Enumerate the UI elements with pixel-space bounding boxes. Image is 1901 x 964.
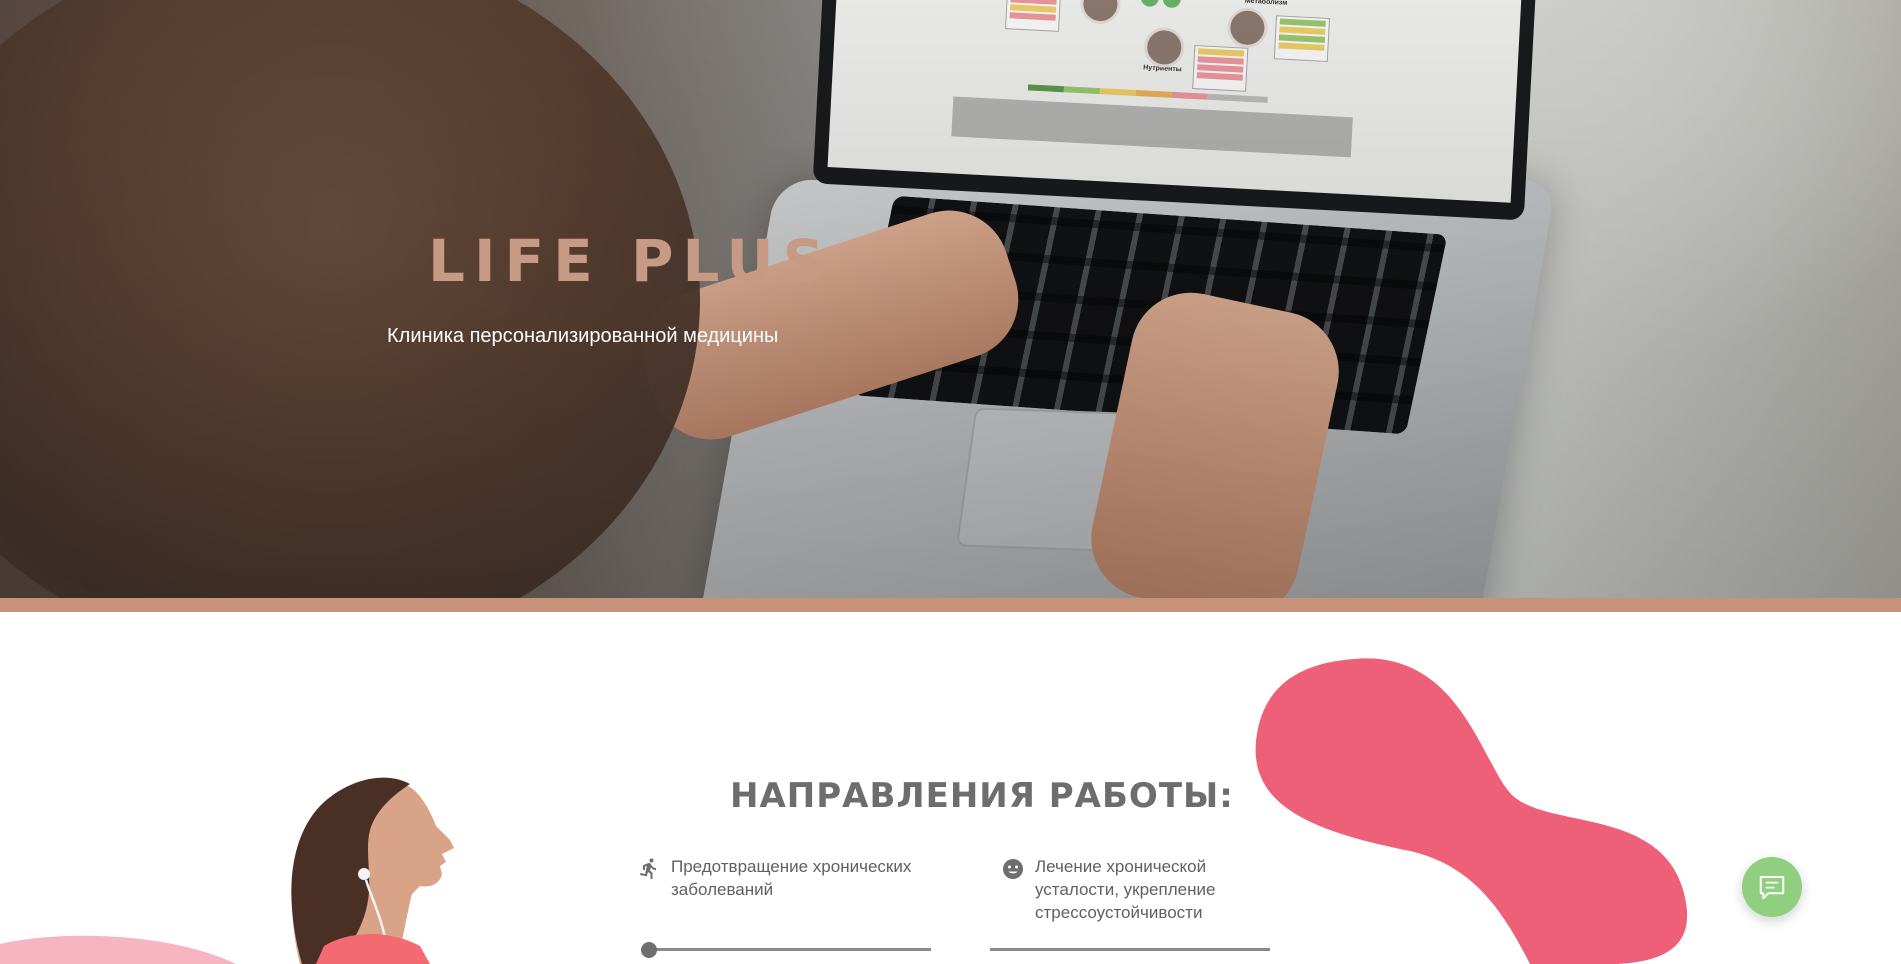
woman-with-earphones-image	[291, 777, 454, 964]
accent-divider	[0, 598, 1901, 612]
progress-handle[interactable]	[641, 942, 657, 958]
direction-label: Предотвращение хронических заболеваний	[671, 857, 912, 899]
pink-blob-decoration	[1255, 658, 1688, 964]
brand-logo-text: LIFE PLUS	[428, 227, 834, 295]
running-person-icon	[640, 858, 656, 879]
direction-item[interactable]: Предотвращение хронических заболеваний	[637, 855, 927, 901]
direction-item[interactable]: Лечение хронической усталости, укреплени…	[1001, 855, 1231, 924]
hero-text-block: LIFE PLUS Клиника персонализированной ме…	[0, 0, 1901, 598]
chat-widget-button[interactable]	[1742, 857, 1802, 917]
light-pink-blob-decoration	[0, 935, 236, 964]
chat-bubble-icon	[1759, 876, 1785, 900]
section-title: НАПРАВЛЕНИЯ РАБОТЫ:	[730, 776, 1234, 816]
direction-label: Лечение хронической усталости, укреплени…	[1035, 857, 1216, 922]
progress-track[interactable]	[643, 948, 931, 951]
face-icon	[1003, 859, 1023, 879]
progress-track[interactable]	[990, 948, 1270, 951]
hero-tagline: Клиника персонализированной медицины	[387, 325, 779, 347]
